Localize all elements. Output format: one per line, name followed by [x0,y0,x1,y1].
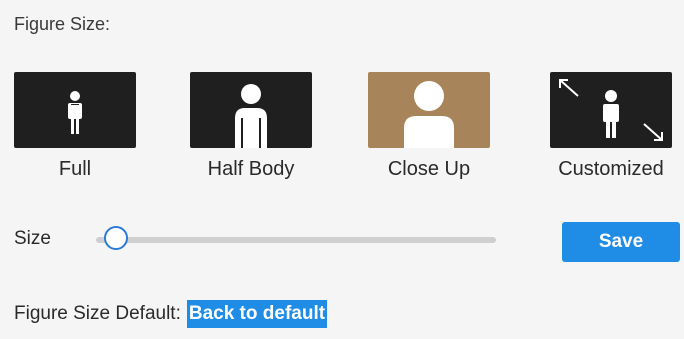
size-label: Size [14,228,51,249]
back-to-default-link[interactable]: Back to default [186,300,328,328]
full-figure-icon [68,91,82,134]
close-up-icon [404,81,454,148]
half-body-icon [235,84,267,148]
option-half-body-thumbnail[interactable] [190,72,312,148]
option-close-up-label: Close Up [387,158,471,180]
option-full[interactable]: Full [5,72,145,181]
option-close-up[interactable]: Close Up [359,72,499,181]
size-slider-track[interactable] [96,237,496,243]
option-close-up-thumbnail[interactable] [368,72,490,148]
option-customized-thumbnail[interactable] [550,72,672,148]
option-half-body[interactable]: Half Body [181,72,321,181]
customized-icon [559,79,663,141]
option-full-thumbnail[interactable] [14,72,136,148]
size-slider-thumb[interactable] [104,226,128,250]
size-slider[interactable] [96,226,496,254]
size-row: Size Save [14,222,684,262]
option-half-body-label: Half Body [207,158,295,180]
figure-size-default-label: Figure Size Default: [14,303,181,324]
figure-size-options: Full Half Body Close Up Customized [0,72,684,192]
option-customized[interactable]: Customized [541,72,681,181]
option-customized-label: Customized [558,158,664,180]
figure-size-title: Figure Size: [14,14,111,34]
save-button[interactable]: Save [562,222,680,262]
figure-size-default-row: Figure Size Default: Back to default [14,298,328,330]
option-full-label: Full [58,158,92,180]
